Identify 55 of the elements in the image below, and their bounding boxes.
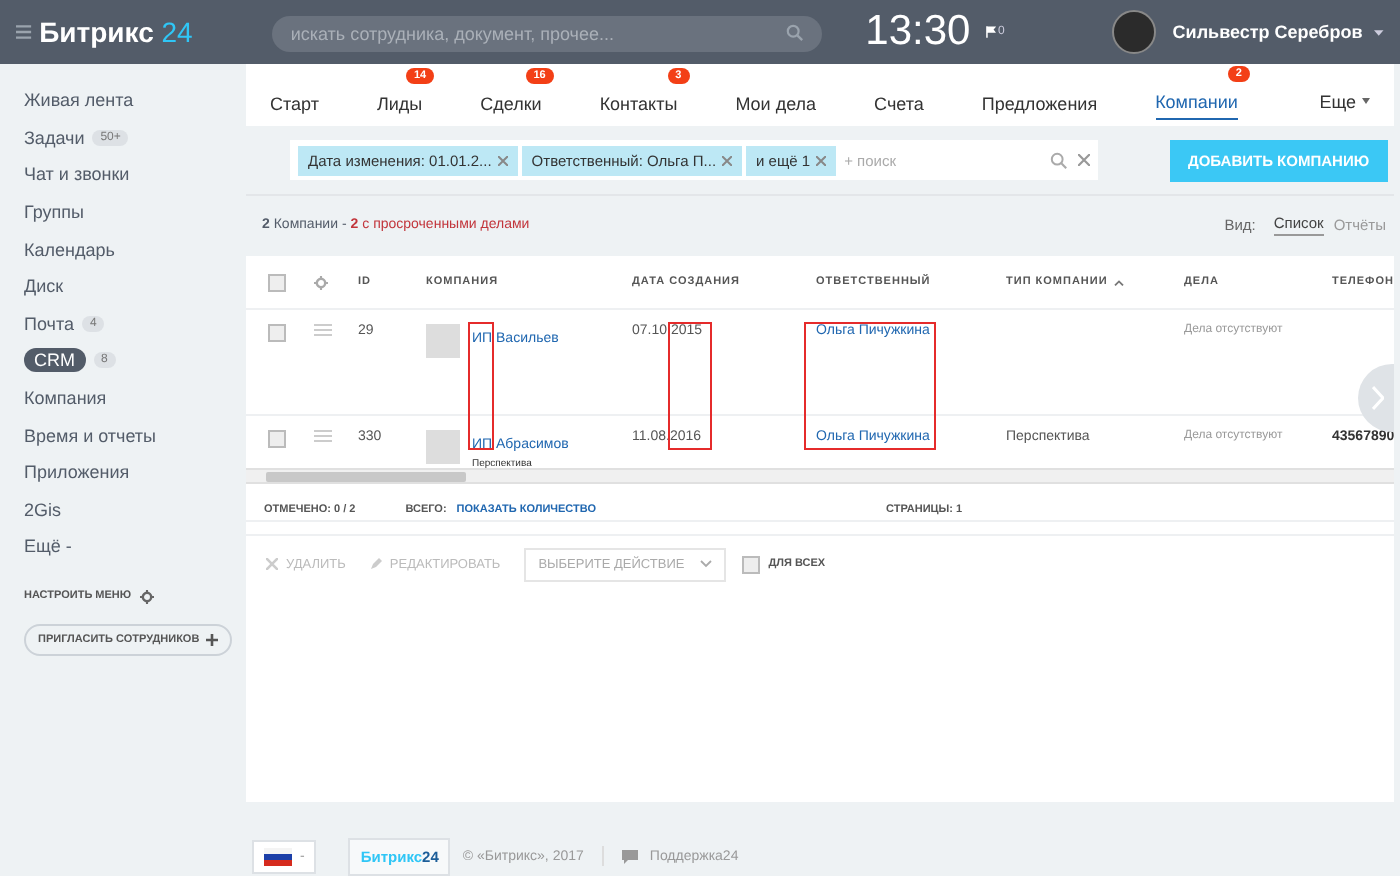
- search-icon[interactable]: [1050, 151, 1068, 170]
- row-checkbox[interactable]: [268, 324, 286, 343]
- search-field[interactable]: искать сотрудника, документ, прочее...: [272, 16, 822, 52]
- sidebar-item[interactable]: Чат и звонки: [24, 164, 130, 185]
- logo[interactable]: Битрикс 24: [39, 16, 193, 48]
- sidebar-item[interactable]: Время и отчеты: [24, 425, 157, 446]
- chevron-icon: [1372, 386, 1384, 411]
- sidebar-item[interactable]: Живая лента: [24, 90, 134, 111]
- sidebar-item[interactable]: 2Gis: [24, 499, 62, 520]
- sidebar-item[interactable]: Компания: [24, 388, 107, 409]
- checkbox[interactable]: [268, 273, 286, 292]
- pencil-icon[interactable]: [369, 558, 382, 571]
- chevron-down-icon: [700, 560, 713, 569]
- tab[interactable]: Сделки: [480, 87, 542, 120]
- row-menu-icon[interactable]: [314, 430, 332, 443]
- tab[interactable]: Лиды: [376, 87, 423, 120]
- plus-icon: [205, 633, 218, 646]
- sidebar-item[interactable]: Календарь: [24, 239, 115, 260]
- company-avatar: [426, 430, 460, 465]
- row-menu-icon[interactable]: [314, 324, 332, 337]
- avatar[interactable]: [1112, 10, 1157, 54]
- flag-icon: [264, 847, 292, 866]
- tab[interactable]: Мои дела: [735, 87, 817, 120]
- caret-icon[interactable]: [1374, 29, 1384, 35]
- sidebar-item[interactable]: CRM: [24, 348, 85, 373]
- sidebar-item[interactable]: Ещё -: [24, 536, 72, 557]
- tab[interactable]: Счета: [874, 87, 924, 120]
- close-icon[interactable]: [497, 155, 508, 166]
- search-icon[interactable]: [785, 23, 804, 41]
- close-icon[interactable]: [1078, 154, 1090, 167]
- row-checkbox[interactable]: [268, 430, 286, 449]
- tab[interactable]: Старт: [270, 87, 319, 120]
- user-name[interactable]: Сильвестр Серебров: [1172, 22, 1363, 42]
- sidebar-item[interactable]: Диск: [24, 276, 64, 297]
- tab[interactable]: Компании: [1155, 86, 1238, 121]
- tab[interactable]: Предложения: [981, 87, 1098, 120]
- sidebar-item[interactable]: Задачи: [24, 127, 85, 148]
- close-icon[interactable]: [266, 558, 278, 571]
- clock-time: 13:30: [865, 8, 971, 56]
- sidebar-item[interactable]: Приложения: [24, 462, 130, 483]
- close-icon[interactable]: [816, 155, 827, 166]
- horizontal-scrollbar[interactable]: [246, 468, 1394, 485]
- chat-icon: [621, 849, 638, 864]
- sidebar-item[interactable]: Группы: [24, 202, 84, 223]
- settings-icon[interactable]: [314, 275, 328, 290]
- flag-icon[interactable]: [986, 26, 996, 38]
- for-all-checkbox[interactable]: [742, 555, 761, 574]
- tab[interactable]: Контакты: [599, 87, 678, 120]
- company-avatar: [426, 324, 460, 359]
- menu-icon[interactable]: [16, 24, 32, 40]
- caret-icon: [1362, 98, 1370, 105]
- more-tab[interactable]: Еще: [1319, 79, 1370, 112]
- settings-icon[interactable]: [139, 589, 154, 604]
- sidebar-item[interactable]: Почта: [24, 313, 74, 334]
- close-icon[interactable]: [722, 155, 733, 166]
